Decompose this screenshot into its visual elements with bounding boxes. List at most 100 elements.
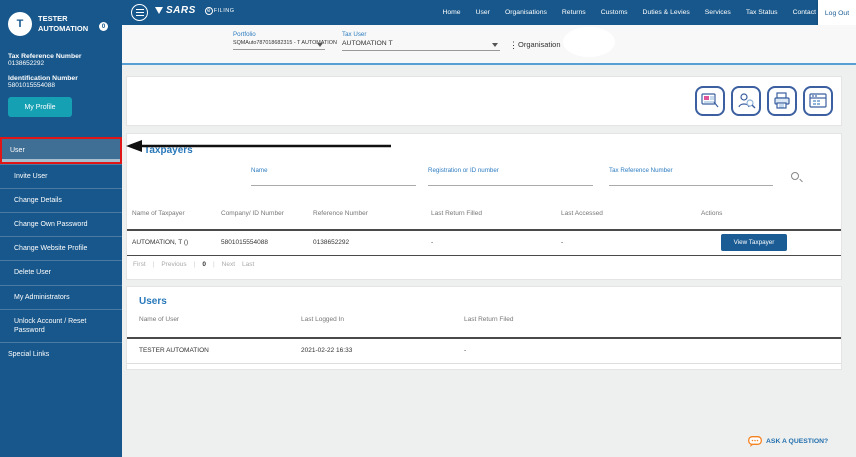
nav-contact[interactable]: Contact (793, 9, 816, 16)
sidebar-menu: User Invite User Change Details Change O… (0, 137, 122, 366)
users-title: Users (139, 296, 167, 307)
efiling-logo: e FILING (204, 6, 235, 15)
col-name-of-user: Name of User (139, 316, 180, 323)
tax-reference-value: 0138652292 (8, 60, 45, 67)
pagination-first[interactable]: First (133, 261, 146, 268)
identification-block: Identification Number 5801015554088 (8, 75, 118, 89)
nav-returns[interactable]: Returns (562, 9, 586, 16)
view-taxpayer-button[interactable]: View Taxpayer (721, 234, 787, 251)
tax-reference-block: Tax Reference Number 0138652292 (8, 53, 118, 67)
user-name: TESTER AUTOMATION (38, 14, 89, 33)
nav-user[interactable]: User (476, 9, 490, 16)
nav-services[interactable]: Services (705, 9, 731, 16)
taxpayer-company-id: 5801015554088 (221, 239, 268, 246)
identification-label: Identification Number (8, 75, 78, 82)
sidebar-item-change-own-password[interactable]: Change Own Password (0, 212, 122, 236)
taxpayer-last-return: - (431, 239, 434, 246)
tab-organisation[interactable]: Organisation (518, 40, 561, 49)
table-row: TESTER AUTOMATION 2021-02-22 16:33 - (127, 338, 841, 364)
portfolio-band: Portfolio SQMAuto787018682315 - T AUTOMA… (122, 25, 856, 65)
pagination-current-page: 0 (202, 261, 206, 268)
menu-icon[interactable] (131, 4, 148, 21)
sidebar-item-invite-user[interactable]: Invite User (0, 164, 122, 188)
nav-customs[interactable]: Customs (601, 9, 628, 16)
pagination-separator: | (212, 261, 215, 268)
taxpayer-name: AUTOMATION, T () (132, 239, 189, 246)
taxuser-value[interactable]: AUTOMATION T (342, 40, 500, 51)
sidebar-item-user[interactable]: User (0, 137, 122, 165)
sidebar: T TESTER AUTOMATION 0 Tax Reference Numb… (0, 0, 122, 457)
taxpayer-reference: 0138652292 (313, 239, 350, 246)
name-search-field[interactable]: Name (251, 167, 416, 186)
user-row-last-logged-in: 2021-02-22 16:33 (301, 347, 353, 354)
pagination: First | Previous | 0 | Next Last (133, 261, 254, 268)
pagination-separator: | (152, 261, 155, 268)
sidebar-item-special-links[interactable]: Special Links (0, 341, 122, 366)
highlight-blob (563, 27, 615, 57)
col-reference-number: Reference Number (313, 210, 368, 217)
col-last-accessed: Last Accessed (561, 210, 603, 217)
profile-lookup-icon[interactable] (731, 86, 761, 116)
quick-actions-card (126, 76, 842, 126)
sars-brand-text: SARS (166, 5, 196, 16)
chevron-down-icon (317, 43, 323, 47)
col-actions: Actions (701, 210, 723, 217)
efiling-e-icon: e (204, 6, 213, 15)
registration-search-field[interactable]: Registration or ID number (428, 167, 593, 186)
nav-duties-levies[interactable]: Duties & Levies (643, 9, 690, 16)
taxuser-label: Tax User (342, 31, 367, 38)
identification-value: 5801015554088 (8, 82, 55, 89)
calculator-icon[interactable] (803, 86, 833, 116)
portfolio-select[interactable]: Portfolio SQMAuto787018682315 - T AUTOMA… (233, 31, 337, 50)
nav-organisations[interactable]: Organisations (505, 9, 547, 16)
sidebar-item-delete-user[interactable]: Delete User (0, 260, 122, 284)
search-icon[interactable] (790, 171, 804, 185)
col-last-return-filled: Last Return Filled (431, 210, 482, 217)
notification-badge[interactable]: 0 (99, 22, 108, 31)
sars-logo: SARS e FILING (155, 5, 235, 16)
name-search-label: Name (251, 167, 268, 174)
kebab-icon[interactable]: ⋮ (509, 40, 518, 51)
ask-a-question-button[interactable]: ASK A QUESTION? (748, 436, 828, 447)
pagination-last[interactable]: Last (242, 261, 254, 268)
pagination-next[interactable]: Next (222, 261, 235, 268)
portfolio-value[interactable]: SQMAuto787018682315 - T AUTOMATION (233, 40, 337, 50)
user-row-last-return: - (464, 347, 467, 354)
top-navigation-bar: SARS e FILING Home User Organisations Re… (122, 0, 856, 27)
taxpayer-last-accessed: - (561, 239, 564, 246)
nav-tax-status[interactable]: Tax Status (746, 9, 778, 16)
col-last-logged-in: Last Logged In (301, 316, 345, 323)
users-table-header: Name of User Last Logged In Last Return … (127, 316, 841, 323)
sidebar-item-my-administrators[interactable]: My Administrators (0, 284, 122, 309)
taxpayers-table-header: Name of Taxpayer Company/ ID Number Refe… (127, 206, 841, 225)
ask-a-question-label: ASK A QUESTION? (766, 438, 829, 445)
pagination-previous[interactable]: Previous (161, 261, 186, 268)
registration-search-label: Registration or ID number (428, 167, 499, 174)
pagination-separator: | (193, 261, 196, 268)
sidebar-item-change-details[interactable]: Change Details (0, 188, 122, 212)
col-last-return-filed: Last Return Filed (464, 316, 514, 323)
sars-logo-icon (155, 7, 163, 14)
taxpayers-title: Taxpayers (144, 145, 193, 156)
chat-icon (748, 436, 762, 447)
user-row-name: TESTER AUTOMATION (139, 347, 209, 354)
sidebar-item-change-website-profile[interactable]: Change Website Profile (0, 236, 122, 260)
tax-reference-label: Tax Reference Number (8, 53, 82, 60)
nav-home[interactable]: Home (442, 9, 460, 16)
col-name-of-taxpayer: Name of Taxpayer (132, 210, 185, 217)
main-nav: Home User Organisations Returns Customs … (442, 0, 816, 25)
efiling-app: T TESTER AUTOMATION 0 Tax Reference Numb… (0, 0, 856, 457)
taxref-search-field[interactable]: Tax Reference Number (609, 167, 773, 186)
statement-icon[interactable] (695, 86, 725, 116)
print-icon[interactable] (767, 86, 797, 116)
my-profile-button[interactable]: My Profile (8, 97, 72, 117)
taxuser-select[interactable]: Tax User AUTOMATION T (342, 31, 500, 51)
portfolio-label: Portfolio (233, 31, 256, 38)
table-row: AUTOMATION, T () 5801015554088 013865229… (127, 230, 841, 256)
logout-button[interactable]: Log Out (818, 0, 856, 27)
col-company-id: Company/ ID Number (221, 210, 284, 217)
chevron-down-icon (492, 43, 498, 47)
efiling-text: FILING (213, 7, 235, 14)
taxref-search-label: Tax Reference Number (609, 167, 673, 174)
sidebar-item-unlock-account[interactable]: Unlock Account / Reset Password (0, 308, 122, 342)
